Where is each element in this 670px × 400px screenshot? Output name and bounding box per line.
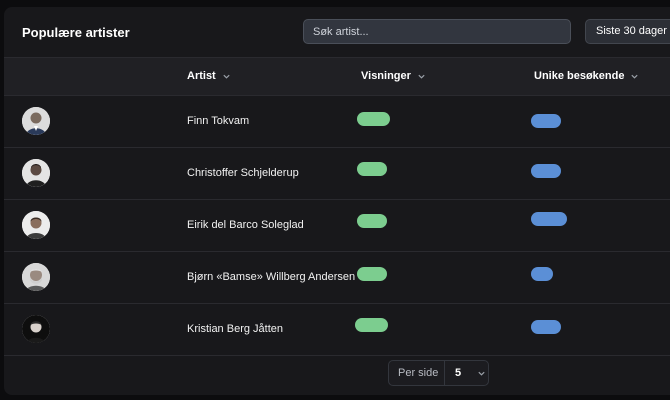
chevron-down-icon bbox=[418, 74, 425, 79]
views-bar bbox=[355, 318, 388, 332]
artist-name: Bjørn «Bamse» Willberg Andersen bbox=[187, 271, 356, 283]
column-header-unique-visitors[interactable]: Unike besøkende bbox=[534, 58, 639, 95]
artist-name: Eirik del Barco Soleglad bbox=[187, 219, 304, 231]
table-footer: Per side 5 bbox=[4, 353, 670, 395]
column-label: Unike besøkende bbox=[534, 70, 625, 82]
date-range-button[interactable]: Siste 30 dager bbox=[585, 19, 670, 44]
artist-name: Finn Tokvam bbox=[187, 115, 250, 127]
avatar bbox=[22, 211, 50, 239]
table-row[interactable]: Finn Tokvam bbox=[4, 95, 670, 148]
table-row[interactable]: Bjørn «Bamse» Willberg Andersen bbox=[4, 251, 670, 304]
chevron-down-icon bbox=[478, 371, 485, 376]
table-row[interactable]: Eirik del Barco Soleglad bbox=[4, 199, 670, 252]
unique-visitors-bar bbox=[531, 267, 553, 281]
avatar bbox=[22, 107, 50, 135]
column-label: Artist bbox=[187, 70, 216, 82]
chevron-down-icon bbox=[631, 74, 639, 79]
column-header-artist[interactable]: Artist bbox=[187, 58, 231, 95]
unique-visitors-bar bbox=[531, 320, 561, 334]
per-page-value: 5 bbox=[455, 367, 462, 379]
search-input[interactable] bbox=[303, 19, 571, 44]
views-bar bbox=[357, 267, 387, 281]
table-row[interactable]: Christoffer Schjelderup bbox=[4, 147, 670, 200]
avatar bbox=[22, 263, 50, 291]
table-header: Artist Visninger Unike besøkende bbox=[4, 57, 670, 96]
unique-visitors-bar bbox=[531, 164, 561, 178]
views-bar bbox=[357, 112, 390, 126]
views-bar bbox=[357, 214, 387, 228]
table-row[interactable]: Kristian Berg Jåtten bbox=[4, 303, 670, 356]
popular-artists-panel: Populære artister Siste 30 dager Artist … bbox=[4, 7, 670, 395]
avatar bbox=[22, 315, 50, 343]
per-page-label: Per side bbox=[398, 367, 439, 379]
views-bar bbox=[357, 162, 387, 176]
column-header-views[interactable]: Visninger bbox=[361, 58, 426, 95]
per-page-select[interactable]: Per side 5 bbox=[388, 360, 489, 386]
artist-name: Christoffer Schjelderup bbox=[187, 167, 299, 179]
panel-title: Populære artister bbox=[22, 25, 130, 40]
column-label: Visninger bbox=[361, 70, 411, 82]
artist-name: Kristian Berg Jåtten bbox=[187, 323, 283, 335]
chevron-down-icon bbox=[223, 74, 230, 79]
unique-visitors-bar bbox=[531, 114, 561, 128]
avatar bbox=[22, 159, 50, 187]
unique-visitors-bar bbox=[531, 212, 567, 226]
